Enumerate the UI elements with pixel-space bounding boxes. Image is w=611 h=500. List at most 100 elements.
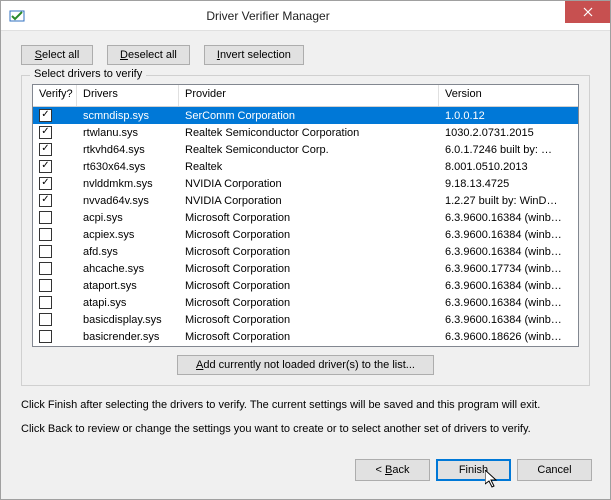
col-header-drivers[interactable]: Drivers	[77, 85, 179, 106]
verify-cell	[33, 177, 77, 190]
drivers-groupbox: Select drivers to verify Verify? Drivers…	[21, 75, 590, 386]
driver-cell: nvlddmkm.sys	[77, 178, 179, 190]
verify-checkbox[interactable]	[39, 262, 52, 275]
provider-cell: Microsoft Corporation	[179, 212, 439, 224]
verify-checkbox[interactable]	[39, 177, 52, 190]
listview-body[interactable]: scmndisp.sysSerComm Corporation1.0.0.12r…	[33, 107, 578, 346]
verify-checkbox[interactable]	[39, 143, 52, 156]
verify-checkbox[interactable]	[39, 279, 52, 292]
verify-checkbox[interactable]	[39, 109, 52, 122]
table-row[interactable]: acpiex.sysMicrosoft Corporation6.3.9600.…	[33, 226, 578, 243]
close-button[interactable]	[565, 1, 610, 23]
table-row[interactable]: basicrender.sysMicrosoft Corporation6.3.…	[33, 328, 578, 345]
table-row[interactable]: rtkvhd64.sysRealtek Semiconductor Corp.6…	[33, 141, 578, 158]
verify-checkbox[interactable]	[39, 211, 52, 224]
table-row[interactable]: ataport.sysMicrosoft Corporation6.3.9600…	[33, 277, 578, 294]
verify-checkbox[interactable]	[39, 330, 52, 343]
info-text: Click Finish after selecting the drivers…	[21, 396, 590, 439]
provider-cell: Microsoft Corporation	[179, 263, 439, 275]
driver-cell: rtwlanu.sys	[77, 127, 179, 139]
verify-checkbox[interactable]	[39, 245, 52, 258]
verify-cell	[33, 313, 77, 326]
provider-cell: Microsoft Corporation	[179, 297, 439, 309]
provider-cell: Microsoft Corporation	[179, 314, 439, 326]
table-row[interactable]: nvlddmkm.sysNVIDIA Corporation9.18.13.47…	[33, 175, 578, 192]
driver-cell: acpi.sys	[77, 212, 179, 224]
table-row[interactable]: basicdisplay.sysMicrosoft Corporation6.3…	[33, 311, 578, 328]
verify-checkbox[interactable]	[39, 126, 52, 139]
driver-cell: basicdisplay.sys	[77, 314, 179, 326]
driver-cell: ataport.sys	[77, 280, 179, 292]
version-cell: 1.2.27 built by: WinD…	[439, 195, 578, 207]
wizard-footer: < Back Finish Cancel	[1, 449, 610, 499]
verify-checkbox[interactable]	[39, 296, 52, 309]
back-button[interactable]: < Back	[355, 459, 430, 481]
table-row[interactable]: scmndisp.sysSerComm Corporation1.0.0.12	[33, 107, 578, 124]
col-header-provider[interactable]: Provider	[179, 85, 439, 106]
driver-cell: atapi.sys	[77, 297, 179, 309]
verify-cell	[33, 143, 77, 156]
table-row[interactable]: atapi.sysMicrosoft Corporation6.3.9600.1…	[33, 294, 578, 311]
version-cell: 6.3.9600.16384 (winb…	[439, 280, 578, 292]
verify-cell	[33, 262, 77, 275]
table-row[interactable]: rt630x64.sysRealtek8.001.0510.2013	[33, 158, 578, 175]
version-cell: 9.18.13.4725	[439, 178, 578, 190]
provider-cell: Microsoft Corporation	[179, 280, 439, 292]
provider-cell: Microsoft Corporation	[179, 229, 439, 241]
verify-checkbox[interactable]	[39, 160, 52, 173]
driver-cell: scmndisp.sys	[77, 110, 179, 122]
provider-cell: NVIDIA Corporation	[179, 195, 439, 207]
verify-cell	[33, 126, 77, 139]
table-row[interactable]: rtwlanu.sysRealtek Semiconductor Corpora…	[33, 124, 578, 141]
driver-cell: acpiex.sys	[77, 229, 179, 241]
info-line-1: Click Finish after selecting the drivers…	[21, 396, 590, 415]
table-row[interactable]: nvvad64v.sysNVIDIA Corporation1.2.27 bui…	[33, 192, 578, 209]
cancel-button[interactable]: Cancel	[517, 459, 592, 481]
table-row[interactable]: afd.sysMicrosoft Corporation6.3.9600.163…	[33, 243, 578, 260]
window: Driver Verifier Manager Select all Desel…	[0, 0, 611, 500]
titlebar: Driver Verifier Manager	[1, 1, 610, 31]
window-title: Driver Verifier Manager	[0, 9, 565, 23]
driver-cell: nvvad64v.sys	[77, 195, 179, 207]
verify-checkbox[interactable]	[39, 228, 52, 241]
table-row[interactable]: beep.sysMicrosoft Corporation6.3.9600.16…	[33, 345, 578, 346]
verify-checkbox[interactable]	[39, 313, 52, 326]
verify-cell	[33, 296, 77, 309]
version-cell: 8.001.0510.2013	[439, 161, 578, 173]
version-cell: 6.3.9600.16384 (winb…	[439, 297, 578, 309]
version-cell: 6.0.1.7246 built by: …	[439, 144, 578, 156]
provider-cell: Microsoft Corporation	[179, 331, 439, 343]
col-header-version[interactable]: Version	[439, 85, 578, 106]
driver-listview[interactable]: Verify? Drivers Provider Version scmndis…	[32, 84, 579, 347]
table-row[interactable]: ahcache.sysMicrosoft Corporation6.3.9600…	[33, 260, 578, 277]
verify-cell	[33, 245, 77, 258]
version-cell: 6.3.9600.16384 (winb…	[439, 212, 578, 224]
driver-cell: afd.sys	[77, 246, 179, 258]
table-row[interactable]: acpi.sysMicrosoft Corporation6.3.9600.16…	[33, 209, 578, 226]
version-cell: 6.3.9600.18626 (winb…	[439, 331, 578, 343]
provider-cell: SerComm Corporation	[179, 110, 439, 122]
invert-selection-button[interactable]: Invert selection	[204, 45, 304, 65]
add-drivers-button[interactable]: Add currently not loaded driver(s) to th…	[177, 355, 434, 375]
verify-cell	[33, 228, 77, 241]
verify-cell	[33, 194, 77, 207]
provider-cell: Realtek Semiconductor Corp.	[179, 144, 439, 156]
verify-cell	[33, 109, 77, 122]
version-cell: 1030.2.0731.2015	[439, 127, 578, 139]
driver-cell: rtkvhd64.sys	[77, 144, 179, 156]
select-all-button[interactable]: Select all	[21, 45, 93, 65]
listview-header: Verify? Drivers Provider Version	[33, 85, 578, 107]
provider-cell: Realtek Semiconductor Corporation	[179, 127, 439, 139]
finish-button[interactable]: Finish	[436, 459, 511, 481]
driver-cell: basicrender.sys	[77, 331, 179, 343]
provider-cell: Microsoft Corporation	[179, 246, 439, 258]
version-cell: 6.3.9600.16384 (winb…	[439, 229, 578, 241]
verify-cell	[33, 160, 77, 173]
groupbox-label: Select drivers to verify	[30, 68, 146, 80]
version-cell: 6.3.9600.16384 (winb…	[439, 246, 578, 258]
verify-checkbox[interactable]	[39, 194, 52, 207]
col-header-verify[interactable]: Verify?	[33, 85, 77, 106]
version-cell: 6.3.9600.16384 (winb…	[439, 314, 578, 326]
driver-cell: ahcache.sys	[77, 263, 179, 275]
deselect-all-button[interactable]: Deselect all	[107, 45, 190, 65]
